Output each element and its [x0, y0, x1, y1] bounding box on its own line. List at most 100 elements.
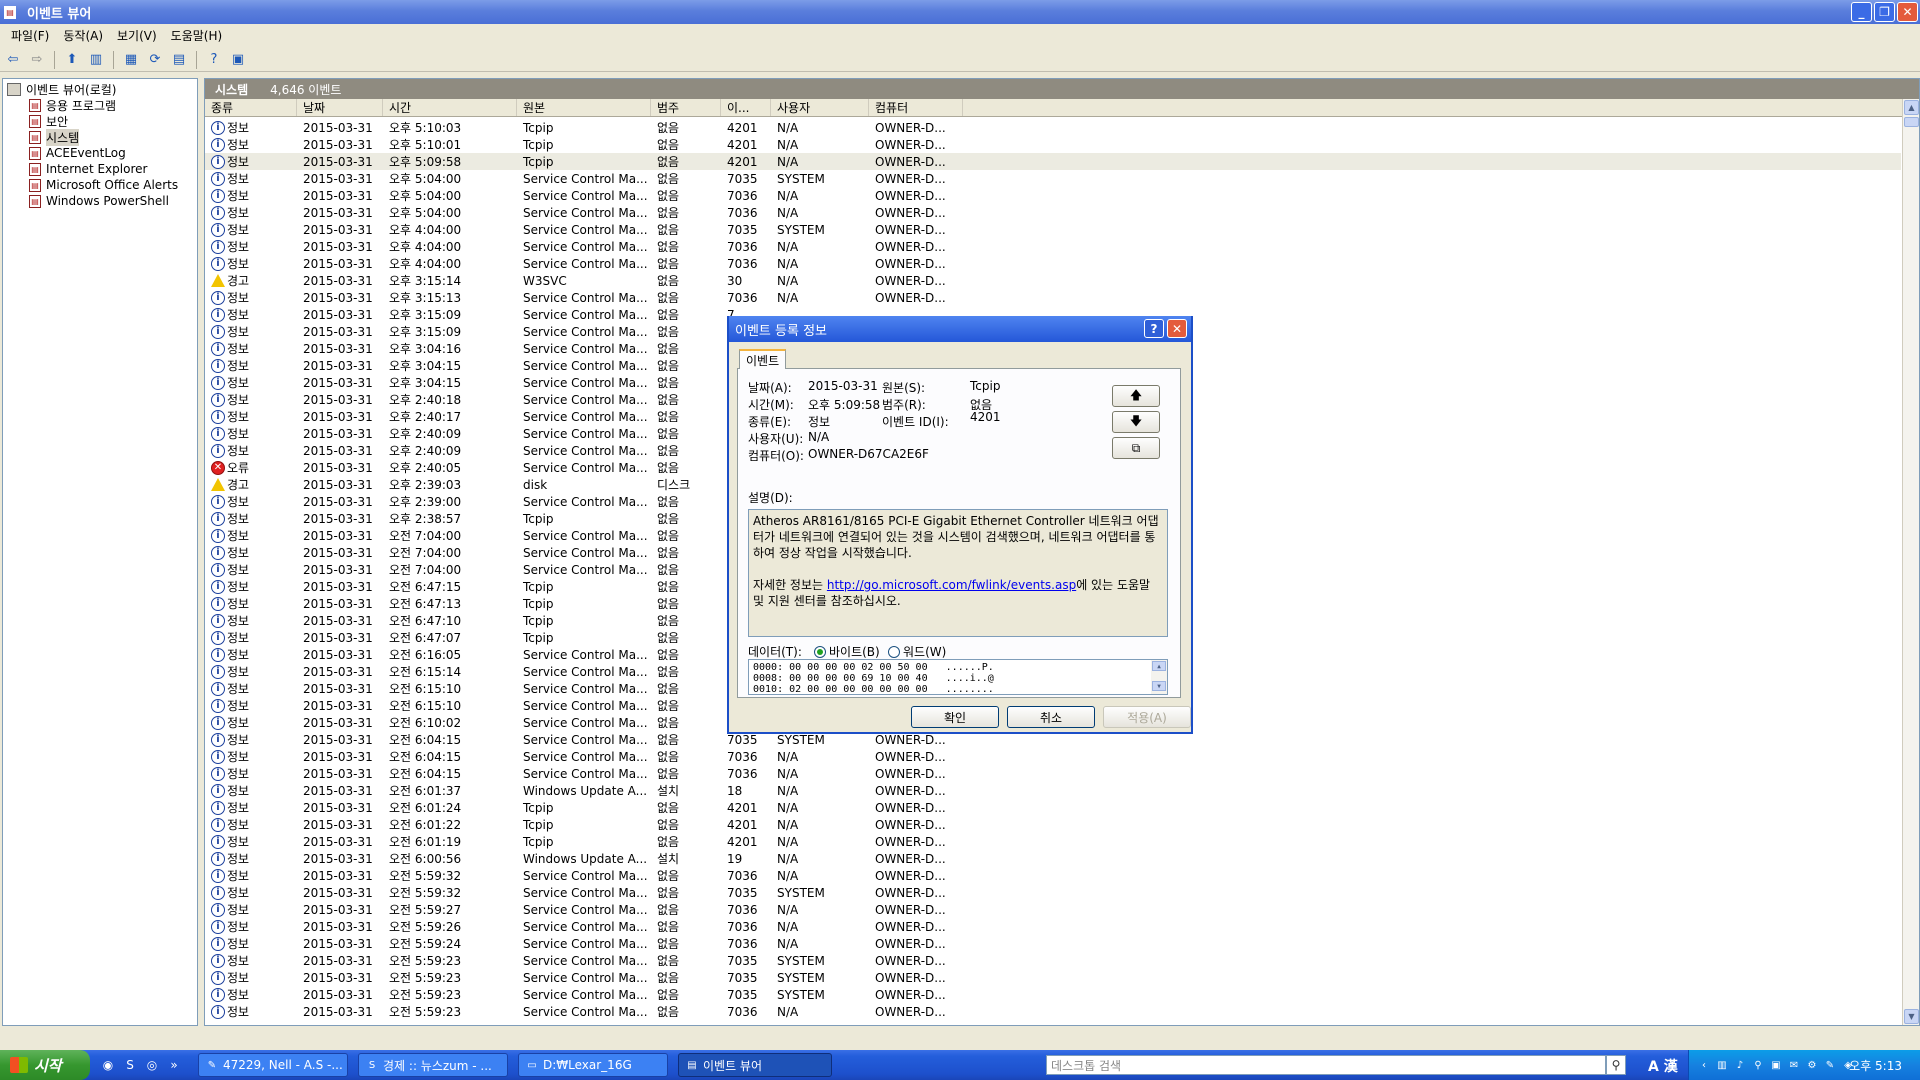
event-row[interactable]: i 정보 2015-03-31 오후 3:15:13 Service Control M… — [205, 289, 1901, 306]
minimize-button[interactable]: _ — [1851, 2, 1872, 22]
tree-root[interactable]: 이벤트 뷰어(로컬) — [5, 81, 197, 97]
col-computer[interactable]: 컴퓨터 — [869, 99, 963, 116]
col-event-id[interactable]: 이... — [721, 99, 771, 116]
search-icon[interactable]: ⚲ — [1606, 1055, 1626, 1075]
bytes-radio[interactable]: 바이트(B) — [814, 643, 880, 660]
scroll-down-icon[interactable]: ▼ — [1904, 1009, 1919, 1024]
scroll-up-icon[interactable]: ▲ — [1904, 100, 1919, 115]
copy-event-button[interactable]: ⧉ — [1112, 437, 1160, 459]
dialog-help-button[interactable]: ? — [1144, 319, 1164, 338]
next-event-button[interactable]: 🡇 — [1112, 411, 1160, 433]
tray-app-icon[interactable]: ✉ — [1787, 1058, 1801, 1072]
properties-icon[interactable]: ▦ — [122, 52, 140, 68]
tray-app-icon[interactable]: ✎ — [1823, 1058, 1837, 1072]
quick-launch-app-icon[interactable]: S — [122, 1057, 138, 1073]
console-icon[interactable]: ▣ — [229, 52, 247, 68]
apply-button[interactable]: 적용(A) — [1103, 706, 1191, 728]
event-row[interactable]: i 정보 2015-03-31 오전 5:59:32 Service Control M… — [205, 884, 1901, 901]
show-tree-icon[interactable]: ▥ — [87, 52, 105, 68]
description-box[interactable]: Atheros AR8161/8165 PCI-E Gigabit Ethern… — [748, 509, 1168, 637]
up-folder-icon[interactable]: ⬆ — [63, 52, 81, 68]
col-user[interactable]: 사용자 — [771, 99, 869, 116]
event-row[interactable]: i 정보 2015-03-31 오전 5:59:23 Service Control M… — [205, 986, 1901, 1003]
help-icon[interactable]: ? — [205, 52, 223, 68]
scroll-up-icon[interactable]: ▲ — [1152, 661, 1166, 671]
event-row[interactable]: i 정보 2015-03-31 오후 5:09:58 Tcpip 없음 4201 N/A OWN… — [205, 153, 1901, 170]
col-type[interactable]: 종류 — [205, 99, 297, 116]
taskbar-item[interactable]: ✎ 47229, Nell - A.S -... — [198, 1053, 348, 1077]
window-titlebar[interactable]: ▤ 이벤트 뷰어 _ ❐ ✕ — [0, 0, 1920, 24]
start-button[interactable]: 시작 — [0, 1050, 90, 1080]
tray-chevron-icon[interactable]: ‹ — [1697, 1058, 1711, 1072]
cancel-button[interactable]: 취소 — [1007, 706, 1095, 728]
chrome-icon[interactable]: ◎ — [144, 1057, 160, 1073]
event-row[interactable]: i 정보 2015-03-31 오후 5:10:03 Tcpip 없음 4201 N/A OWN… — [205, 119, 1901, 136]
tray-app-icon[interactable]: ▣ — [1769, 1058, 1783, 1072]
col-date[interactable]: 날짜 — [297, 99, 383, 116]
search-tray-icon[interactable]: ⚲ — [1751, 1058, 1765, 1072]
event-row[interactable]: i 정보 2015-03-31 오후 4:04:00 Service Control M… — [205, 255, 1901, 272]
vertical-scrollbar[interactable]: ▲ ▼ — [1902, 99, 1919, 1025]
col-source[interactable]: 원본 — [517, 99, 651, 116]
refresh-icon[interactable]: ⟳ — [146, 52, 164, 68]
volume-icon[interactable]: ♪ — [1733, 1058, 1747, 1072]
event-row[interactable]: i 정보 2015-03-31 오전 6:01:22 Tcpip 없음 4201 N/A OWN… — [205, 816, 1901, 833]
event-row[interactable]: i 정보 2015-03-31 오전 6:04:15 Service Control M… — [205, 765, 1901, 782]
tree-item-application[interactable]: ▤ 응용 프로그램 — [5, 97, 197, 113]
event-row[interactable]: i 정보 2015-03-31 오전 5:59:24 Service Control M… — [205, 935, 1901, 952]
event-row[interactable]: i 정보 2015-03-31 오전 5:59:23 Service Control M… — [205, 952, 1901, 969]
col-time[interactable]: 시간 — [383, 99, 517, 116]
quick-launch-more-icon[interactable]: » — [166, 1057, 182, 1073]
help-link[interactable]: http://go.microsoft.com/fwlink/events.as… — [827, 578, 1076, 592]
tree-item-security[interactable]: ▤ 보안 — [5, 113, 197, 129]
event-row[interactable]: i 정보 2015-03-31 오전 6:01:24 Tcpip 없음 4201 N/A OWN… — [205, 799, 1901, 816]
event-row[interactable]: i 정보 2015-03-31 오후 5:04:00 Service Control M… — [205, 170, 1901, 187]
event-row[interactable]: i 정보 2015-03-31 오전 5:59:32 Service Control M… — [205, 867, 1901, 884]
words-radio[interactable]: 워드(W) — [888, 643, 946, 660]
event-row[interactable]: i 정보 2015-03-31 오후 4:04:00 Service Control M… — [205, 221, 1901, 238]
export-list-icon[interactable]: ▤ — [170, 52, 188, 68]
desktop-search-input[interactable]: 데스크톱 검색 — [1046, 1055, 1606, 1075]
restore-button[interactable]: ❐ — [1874, 2, 1895, 22]
ime-indicator[interactable]: A 漢 — [1648, 1056, 1678, 1076]
event-row[interactable]: i 정보 2015-03-31 오전 6:01:37 Windows Update A.… — [205, 782, 1901, 799]
dialog-titlebar[interactable]: 이벤트 등록 정보 ? ✕ — [729, 316, 1191, 342]
menu-file[interactable]: 파일(F) — [4, 25, 56, 46]
tab-event[interactable]: 이벤트 — [739, 349, 787, 369]
col-category[interactable]: 범주 — [651, 99, 721, 116]
taskbar-item-active[interactable]: ▤ 이벤트 뷰어 — [678, 1053, 832, 1077]
event-row[interactable]: i 정보 2015-03-31 오전 6:01:19 Tcpip 없음 4201 N/A OWN… — [205, 833, 1901, 850]
network-icon[interactable]: ▥ — [1715, 1058, 1729, 1072]
event-row[interactable]: i 정보 2015-03-31 오전 6:00:56 Windows Update A.… — [205, 850, 1901, 867]
tray-app-icon[interactable]: ⚙ — [1805, 1058, 1819, 1072]
event-row[interactable]: i 정보 2015-03-31 오전 5:59:26 Service Control M… — [205, 918, 1901, 935]
tree-item-office-alerts[interactable]: ▤ Microsoft Office Alerts — [5, 177, 197, 193]
data-scrollbar[interactable]: ▲ ▼ — [1151, 660, 1167, 694]
scroll-thumb[interactable] — [1904, 117, 1919, 127]
back-arrow-icon[interactable]: ⇦ — [4, 52, 22, 68]
event-row[interactable]: i 정보 2015-03-31 오후 5:10:01 Tcpip 없음 4201 N/A OWN… — [205, 136, 1901, 153]
taskbar-item[interactable]: S 경제 :: 뉴스zum - ... — [358, 1053, 508, 1077]
menu-view[interactable]: 보기(V) — [110, 25, 164, 46]
quick-launch-app-icon[interactable]: ◉ — [100, 1057, 116, 1073]
tree-item-system[interactable]: ▤ 시스템 — [5, 128, 197, 146]
event-row[interactable]: i 정보 2015-03-31 오후 5:04:00 Service Control M… — [205, 204, 1901, 221]
previous-event-button[interactable]: 🡅 — [1112, 385, 1160, 407]
tree-item-powershell[interactable]: ▤ Windows PowerShell — [5, 193, 197, 209]
event-row[interactable]: i 정보 2015-03-31 오전 5:59:23 Service Control M… — [205, 969, 1901, 986]
event-row[interactable]: 경고 2015-03-31 오후 3:15:14 W3SVC 없음 30 N/A OWNER-… — [205, 272, 1901, 289]
menu-help[interactable]: 도움말(H) — [164, 25, 230, 46]
event-row[interactable]: i 정보 2015-03-31 오전 6:04:15 Service Control M… — [205, 748, 1901, 765]
close-button[interactable]: ✕ — [1897, 2, 1918, 22]
menu-action[interactable]: 동작(A) — [56, 25, 110, 46]
event-row[interactable]: i 정보 2015-03-31 오후 4:04:00 Service Control M… — [205, 238, 1901, 255]
event-row[interactable]: i 정보 2015-03-31 오전 5:59:27 Service Control M… — [205, 901, 1901, 918]
event-row[interactable]: i 정보 2015-03-31 오전 5:59:23 Service Control M… — [205, 1003, 1901, 1020]
dialog-close-button[interactable]: ✕ — [1167, 319, 1187, 338]
tree-item-aceeventlog[interactable]: ▤ ACEEventLog — [5, 145, 197, 161]
data-hex-box[interactable]: 0000: 00 00 00 00 02 00 50 00 ......P. 0… — [748, 659, 1168, 695]
taskbar-item[interactable]: ▭ D:₩Lexar_16G — [518, 1053, 668, 1077]
scroll-down-icon[interactable]: ▼ — [1152, 681, 1166, 691]
tree-item-internet-explorer[interactable]: ▤ Internet Explorer — [5, 161, 197, 177]
forward-arrow-icon[interactable]: ⇨ — [28, 52, 46, 68]
